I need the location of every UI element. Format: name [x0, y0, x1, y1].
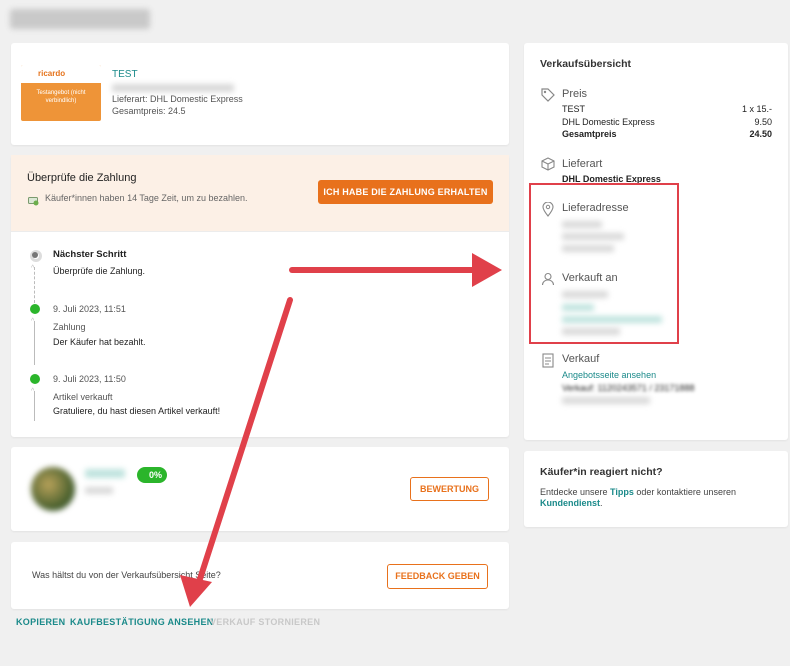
payment-card: Überprüfe die Zahlung Käufer*innen haben…: [11, 155, 509, 437]
price-row-label: DHL Domestic Express: [562, 117, 655, 127]
chevron-up-icon: ^: [31, 318, 35, 325]
timeline-step1-head: Nächster Schritt: [53, 249, 127, 260]
payment-received-button[interactable]: ICH HABE DIE ZAHLUNG ERHALTEN: [318, 180, 493, 204]
payment-note: Käufer*innen haben 14 Tage Zeit, um zu b…: [45, 193, 248, 203]
payment-header: Überprüfe die Zahlung Käufer*innen haben…: [11, 155, 509, 232]
rating-badge: 0%: [137, 467, 168, 483]
cancel-sale-link[interactable]: VERKAUF STORNIEREN: [210, 617, 320, 627]
timeline-step3-title: Artikel verkauft: [53, 392, 113, 402]
sale-extra-blurred: [562, 397, 650, 404]
price-row-value: 24.50: [749, 129, 772, 139]
sale-number: Verkauf: 1120243571 / 23171888: [562, 383, 695, 393]
help-title: Käufer*in reagiert nicht?: [540, 466, 663, 478]
chevron-up-icon: ^: [31, 388, 35, 395]
price-label: Preis: [562, 88, 588, 100]
page-title: [10, 9, 150, 29]
product-name-link[interactable]: TEST: [112, 69, 138, 80]
timeline-dot-sold: [30, 374, 40, 384]
product-subtitle-blurred: [112, 84, 234, 92]
rating-card: 0% BEWERTUNG: [11, 447, 509, 531]
box-icon: [541, 157, 555, 176]
timeline-step2-head: 9. Juli 2023, 11:51: [53, 304, 126, 314]
product-image-text: Testangebot (nicht verbindlich): [36, 90, 86, 104]
tag-icon: [541, 88, 555, 107]
feedback-card: Was hältst du von der Verkaufsübersicht …: [11, 542, 509, 609]
copy-link[interactable]: KOPIEREN: [16, 617, 65, 627]
timeline-step3-desc: Gratuliere, du hast diesen Artikel verka…: [53, 406, 221, 416]
purchase-confirmation-link[interactable]: KAUFBESTÄTIGUNG ANSEHEN: [70, 617, 214, 627]
feedback-question: Was hältst du von der Verkaufsübersicht …: [32, 570, 221, 580]
customer-service-link[interactable]: Kundendienst: [540, 498, 600, 508]
document-icon: [542, 353, 554, 373]
tips-link[interactable]: Tipps: [610, 487, 634, 497]
rating-button[interactable]: BEWERTUNG: [410, 477, 489, 501]
highlight-box: [529, 183, 679, 344]
sale-label: Verkauf: [562, 353, 600, 365]
ricardo-logo: ricardo: [38, 69, 66, 78]
offer-page-link[interactable]: Angebotsseite ansehen: [562, 370, 656, 380]
timeline-step2-title: Zahlung: [53, 322, 86, 332]
timeline-dot-payment: [30, 304, 40, 314]
timeline-step2-desc: Der Käufer hat bezahlt.: [53, 337, 146, 347]
delivery-label: Lieferart: [562, 158, 603, 170]
price-row-value: 1 x 15.-: [741, 104, 772, 114]
price-row-label: Gesamtpreis: [562, 129, 617, 139]
payment-title: Überprüfe die Zahlung: [27, 172, 137, 184]
overview-title: Verkaufsübersicht: [540, 58, 632, 70]
timeline-step1-desc: Überprüfe die Zahlung.: [53, 266, 146, 276]
buyer-name-blurred[interactable]: [85, 469, 125, 478]
product-card: ricardo Testangebot (nicht verbindlich) …: [11, 43, 509, 145]
price-row-label: TEST: [562, 104, 586, 114]
chevron-up-icon: ^: [31, 265, 35, 272]
money-icon: [28, 193, 39, 206]
price-row-value: 9.50: [754, 117, 772, 127]
buyer-avatar[interactable]: [31, 467, 75, 511]
timeline-step3-head: 9. Juli 2023, 11:50: [53, 374, 126, 384]
product-delivery: Lieferart: DHL Domestic Express: [112, 94, 243, 104]
feedback-button[interactable]: FEEDBACK GEBEN: [387, 564, 488, 589]
product-image[interactable]: ricardo Testangebot (nicht verbindlich): [21, 65, 101, 121]
help-text: Entdecke unsere Tipps oder kontaktiere u…: [540, 487, 736, 508]
product-total: Gesamtpreis: 24.5: [112, 106, 186, 116]
help-card: Käufer*in reagiert nicht? Entdecke unser…: [524, 451, 788, 527]
buyer-meta-blurred: [85, 487, 113, 494]
